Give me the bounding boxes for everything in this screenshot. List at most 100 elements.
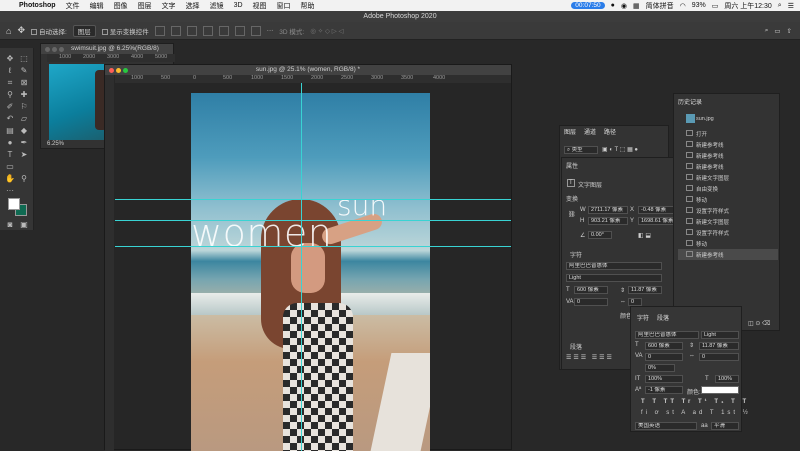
- width-field[interactable]: 2711.17 像素: [588, 206, 628, 214]
- tab-paths[interactable]: 路径: [604, 127, 616, 136]
- screen-mode-icon[interactable]: ▣: [18, 220, 30, 230]
- quick-select-icon[interactable]: ✎: [18, 66, 30, 76]
- text-layer-sun[interactable]: sun: [337, 189, 387, 222]
- show-transform-checkbox[interactable]: 显示变换控件: [101, 26, 149, 36]
- opentype-icons[interactable]: fi ơ st A ad T 1st ½: [641, 410, 751, 416]
- angle-field[interactable]: 0.00°: [588, 231, 612, 239]
- distribute-icon[interactable]: [250, 25, 261, 36]
- menu-image[interactable]: 图像: [109, 1, 133, 11]
- history-snapshot[interactable]: sun.jpg: [696, 116, 714, 122]
- align-top-icon[interactable]: [202, 25, 213, 36]
- antialias-dropdown[interactable]: 平滑: [711, 422, 739, 430]
- document-title-bar[interactable]: sun.jpg @ 25.1% (women, RGB/8) *: [105, 65, 511, 75]
- vertical-ruler[interactable]: [105, 75, 114, 451]
- x-position-field[interactable]: -0.48 像素: [638, 206, 678, 214]
- align-bottom-icon[interactable]: [234, 25, 245, 36]
- zoom-window-icon[interactable]: [123, 68, 128, 73]
- healing-brush-icon[interactable]: ✚: [18, 90, 30, 100]
- baseline-shift-field[interactable]: -1 像素: [645, 386, 683, 394]
- guide-horizontal[interactable]: [115, 220, 511, 221]
- pen-tool-icon[interactable]: ✒: [18, 138, 30, 148]
- lasso-tool-icon[interactable]: ℓ: [4, 66, 16, 76]
- align-right-icon[interactable]: [186, 25, 197, 36]
- history-item[interactable]: 新建参考线: [696, 251, 724, 259]
- grid-icon[interactable]: ▦: [633, 2, 640, 10]
- text-layer-women[interactable]: women: [191, 211, 332, 255]
- font-family-dropdown[interactable]: 阿里巴巴普惠体: [635, 331, 699, 339]
- history-item[interactable]: 移动: [696, 240, 707, 248]
- tab-paragraph[interactable]: 段落: [657, 313, 669, 322]
- menu-window[interactable]: 窗口: [272, 1, 296, 11]
- paragraph-align-icons[interactable]: ☰☰☰ ☰☰☰: [566, 354, 614, 361]
- font-size-field[interactable]: 600 像素: [574, 286, 608, 294]
- home-icon[interactable]: ⌂: [6, 26, 11, 36]
- vertical-scale-field[interactable]: 100%: [645, 375, 683, 383]
- guide-horizontal[interactable]: [115, 199, 511, 200]
- history-item[interactable]: 新建文字图层: [696, 218, 729, 226]
- horizontal-ruler[interactable]: 1000 500 0 500 1000 1500 2000 2500 3000 …: [115, 75, 511, 83]
- menubar-clock[interactable]: 周六 上午12:30: [724, 1, 771, 11]
- align-middle-icon[interactable]: [218, 25, 229, 36]
- input-method-label[interactable]: 简体拼音: [646, 1, 674, 11]
- quick-mask-icon[interactable]: ◙: [4, 220, 16, 230]
- eyedropper-icon[interactable]: ⚲: [4, 90, 16, 100]
- history-item[interactable]: 设置字符样式: [696, 207, 729, 215]
- font-family-dropdown[interactable]: 阿里巴巴普惠体: [566, 262, 662, 270]
- menu-type[interactable]: 文字: [157, 1, 181, 11]
- menu-view[interactable]: 视图: [248, 1, 272, 11]
- auto-select-dropdown[interactable]: 图层: [72, 24, 96, 37]
- history-title[interactable]: 历史记录: [678, 97, 702, 106]
- tab-character[interactable]: 字符: [637, 313, 649, 322]
- minimize-icon[interactable]: [52, 47, 57, 52]
- guide-horizontal[interactable]: [115, 246, 511, 247]
- history-item-selected[interactable]: [678, 249, 778, 260]
- close-icon[interactable]: [109, 68, 114, 73]
- kerning-field[interactable]: 0: [574, 298, 608, 306]
- brush-tool-icon[interactable]: ✐: [4, 102, 16, 112]
- crop-tool-icon[interactable]: ⌗: [4, 78, 16, 88]
- history-item[interactable]: 新建文字图层: [696, 174, 729, 182]
- more-icon[interactable]: ···: [267, 27, 274, 34]
- path-select-icon[interactable]: ➤: [18, 150, 30, 160]
- photo-canvas[interactable]: women sun: [191, 93, 430, 451]
- history-item[interactable]: 自由变换: [696, 185, 718, 193]
- auto-select-checkbox[interactable]: 自动选择:: [30, 26, 67, 36]
- horizontal-scale-field[interactable]: 100%: [715, 375, 739, 383]
- battery-level[interactable]: 93%: [692, 2, 706, 9]
- battery-icon[interactable]: ▭: [712, 2, 719, 10]
- more-tools-icon[interactable]: ···: [4, 186, 16, 196]
- move-tool-icon[interactable]: ✥: [4, 54, 16, 64]
- close-icon[interactable]: [45, 47, 50, 52]
- rectangle-tool-icon[interactable]: ▭: [4, 162, 16, 172]
- paragraph-section-title[interactable]: 段落: [570, 342, 582, 351]
- language-dropdown[interactable]: 美国英语: [635, 422, 697, 430]
- align-center-icon[interactable]: [170, 25, 181, 36]
- faux-style-icons[interactable]: T T TT Tr T¹ T₁ T T: [641, 399, 749, 405]
- 3d-orbit-icon[interactable]: ◎ ✧ ◇ ▷ ◁: [310, 27, 343, 35]
- foreground-color-swatch[interactable]: [8, 198, 20, 210]
- minimize-icon[interactable]: [116, 68, 121, 73]
- leading-field[interactable]: 11.87 像素: [628, 286, 662, 294]
- horizontal-ruler[interactable]: 1000 2000 3000 4000 5000: [47, 54, 175, 62]
- font-style-dropdown[interactable]: Light: [701, 331, 739, 339]
- hand-tool-icon[interactable]: ✋: [4, 174, 16, 184]
- search-icon[interactable]: ⌕: [765, 27, 769, 35]
- frame-tool-icon[interactable]: ⊠: [18, 78, 30, 88]
- move-tool-icon[interactable]: ✥: [17, 25, 25, 36]
- document-window-sun[interactable]: sun.jpg @ 25.1% (women, RGB/8) * 1000 50…: [104, 64, 512, 451]
- dodge-tool-icon[interactable]: ●: [4, 138, 16, 148]
- eraser-tool-icon[interactable]: ▱: [18, 114, 30, 124]
- history-brush-icon[interactable]: ↶: [4, 114, 16, 124]
- marquee-tool-icon[interactable]: ⬚: [18, 54, 30, 64]
- history-item[interactable]: 新建参考线: [696, 163, 724, 171]
- align-left-icon[interactable]: [154, 25, 165, 36]
- menu-file[interactable]: 文件: [61, 1, 85, 11]
- link-dimensions-icon[interactable]: ⛓: [568, 211, 576, 218]
- history-item[interactable]: 新建参考线: [696, 152, 724, 160]
- tracking-field[interactable]: 0: [699, 353, 739, 361]
- tab-channels[interactable]: 通道: [584, 127, 596, 136]
- history-footer-icons[interactable]: ◫ ⊙ ⌫: [748, 320, 771, 327]
- zoom-level[interactable]: 6.25%: [47, 141, 64, 147]
- font-size-field[interactable]: 600 像素: [645, 342, 683, 350]
- tab-layers[interactable]: 图层: [564, 127, 576, 136]
